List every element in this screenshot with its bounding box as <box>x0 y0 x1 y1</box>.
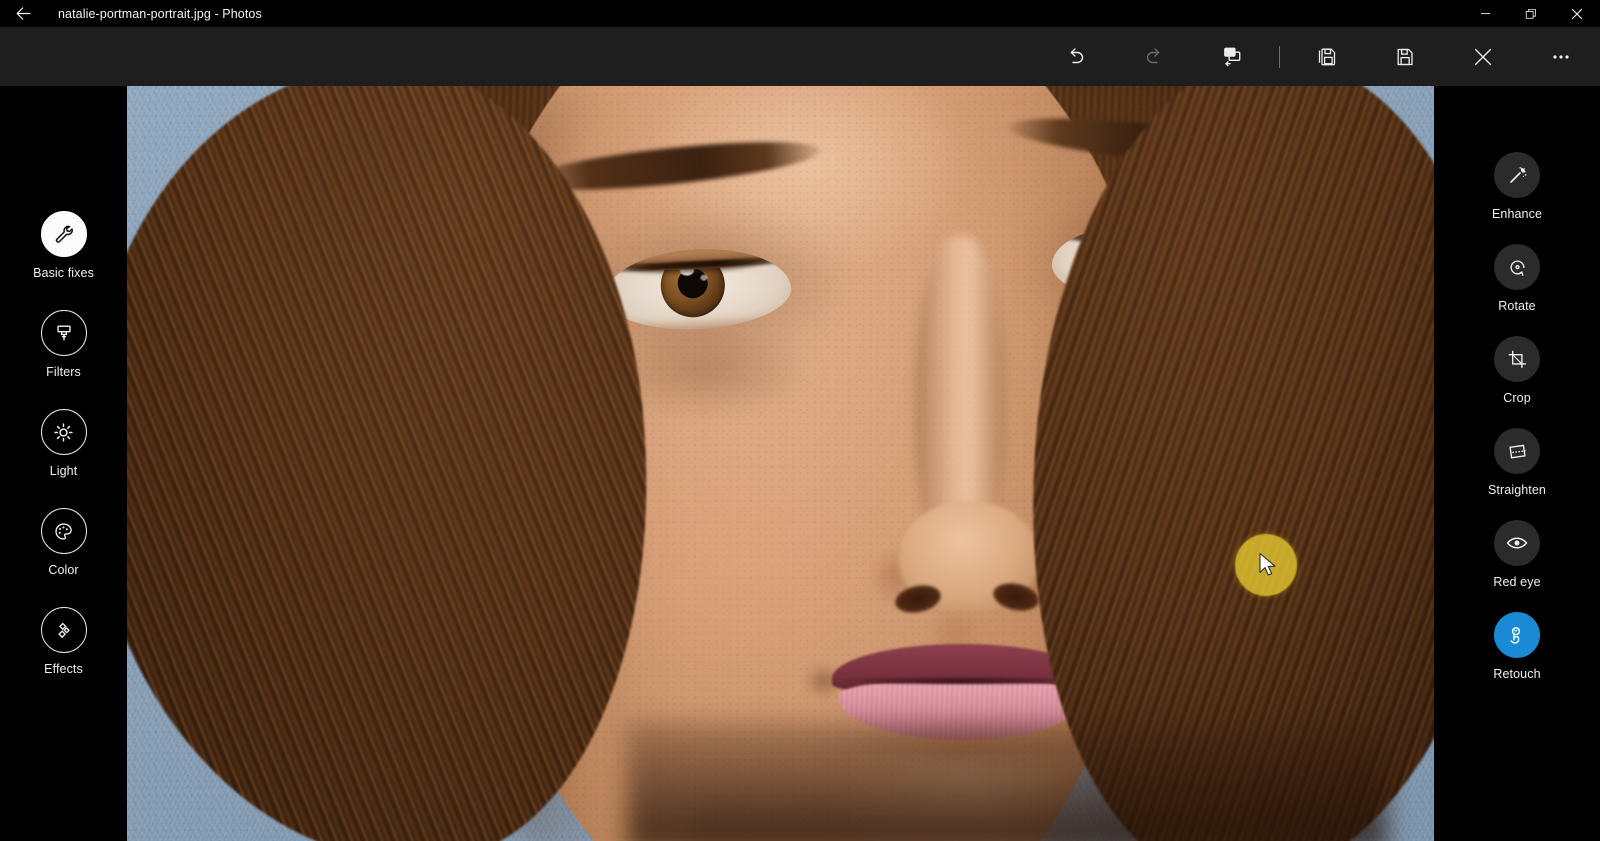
save-a-copy-button[interactable] <box>1304 37 1350 77</box>
edit-toolbar <box>0 27 1600 86</box>
ellipsis-icon <box>1553 54 1569 59</box>
lip-line <box>833 678 1089 684</box>
toolbar-divider <box>1279 45 1280 68</box>
save-copy-icon <box>1318 48 1336 65</box>
compare-icon <box>1223 47 1240 67</box>
title-bar: natalie-portman-portrait.jpg - Photos <box>0 0 1600 27</box>
minimize-button[interactable] <box>1462 0 1508 27</box>
sidebar-label: Filters <box>46 365 81 379</box>
redo-icon <box>1146 47 1160 63</box>
neck-shadow <box>627 721 1387 841</box>
sidebar-item-retouch[interactable]: Retouch <box>1462 612 1572 681</box>
eye-left <box>603 244 793 334</box>
back-arrow-icon <box>16 7 30 20</box>
brush-icon <box>56 325 71 341</box>
light-icon-circle <box>40 409 87 455</box>
window-title: natalie-portman-portrait.jpg - Photos <box>58 6 262 21</box>
sidebar-item-straighten[interactable]: Straighten <box>1462 428 1572 497</box>
sidebar-item-rotate[interactable]: Rotate <box>1462 244 1572 313</box>
sidebar-label: Light <box>49 464 78 478</box>
sidebar-label: Enhance <box>1491 207 1543 221</box>
restore-icon <box>1525 8 1536 19</box>
cancel-button[interactable] <box>1460 37 1506 77</box>
sidebar-item-enhance[interactable]: Enhance <box>1462 152 1572 221</box>
photo-canvas[interactable] <box>127 86 1434 841</box>
crop-icon-circle <box>1494 336 1540 382</box>
redo-button[interactable] <box>1131 37 1177 77</box>
undo-icon <box>1070 47 1084 63</box>
rotate-icon-circle <box>1494 244 1540 290</box>
sun-icon <box>54 422 73 442</box>
retouch-touch-icon <box>1510 627 1521 644</box>
crop-icon <box>1508 350 1526 368</box>
wrench-icon <box>55 225 73 243</box>
palette-icon <box>55 522 72 540</box>
maximize-button[interactable] <box>1508 0 1554 27</box>
close-button[interactable] <box>1554 0 1600 27</box>
sidebar-item-effects[interactable]: Effects <box>9 607 119 676</box>
filters-icon-circle <box>40 310 87 356</box>
cursor-arrow-icon <box>1259 552 1276 576</box>
color-icon-circle <box>40 508 87 554</box>
sidebar-label: Color <box>48 563 79 577</box>
magic-wand-icon <box>1509 166 1526 183</box>
minimize-icon <box>1480 13 1490 15</box>
sidebar-label: Effects <box>44 662 83 676</box>
straighten-icon <box>1508 444 1526 459</box>
sidebar-label: Basic fixes <box>33 266 94 280</box>
sidebar-item-filters[interactable]: Filters <box>9 310 119 379</box>
right-tool-rail: Enhance Rotate Crop Straighten Red eye R… <box>1434 86 1600 841</box>
mouse-cursor <box>1258 552 1278 583</box>
undo-button[interactable] <box>1053 37 1099 77</box>
straighten-icon-circle <box>1494 428 1540 474</box>
red-eye-icon-circle <box>1494 520 1540 566</box>
back-button[interactable] <box>0 0 46 27</box>
portrait-photo <box>127 86 1434 841</box>
sidebar-item-basic-fixes[interactable]: Basic fixes <box>9 211 119 280</box>
left-tool-rail: Basic fixes Filters Light Color Effects <box>0 86 127 841</box>
effects-icon-circle <box>40 607 87 653</box>
basic-fixes-icon-circle <box>40 211 87 257</box>
retouch-icon-circle <box>1494 612 1540 658</box>
diamonds-icon <box>58 622 70 638</box>
sidebar-label: Crop <box>1503 391 1531 405</box>
see-more-button[interactable] <box>1538 37 1584 77</box>
sidebar-label: Red eye <box>1493 575 1541 589</box>
enhance-icon-circle <box>1494 152 1540 198</box>
sidebar-item-crop[interactable]: Crop <box>1462 336 1572 405</box>
window-controls <box>1462 0 1600 27</box>
sidebar-label: Retouch <box>1493 667 1541 681</box>
sidebar-item-color[interactable]: Color <box>9 508 119 577</box>
sidebar-label: Straighten <box>1488 483 1546 497</box>
photos-editor-window: natalie-portman-portrait.jpg - Photos Ba… <box>0 0 1600 841</box>
save-icon <box>1397 48 1413 65</box>
save-button[interactable] <box>1382 37 1428 77</box>
sidebar-item-light[interactable]: Light <box>9 409 119 478</box>
compare-button[interactable] <box>1209 37 1255 77</box>
close-icon <box>1474 48 1492 65</box>
close-icon <box>1571 8 1583 19</box>
rotate-icon <box>1510 259 1524 276</box>
eye-icon <box>1506 537 1528 549</box>
sidebar-item-red-eye[interactable]: Red eye <box>1462 520 1572 589</box>
sidebar-label: Rotate <box>1498 299 1536 313</box>
